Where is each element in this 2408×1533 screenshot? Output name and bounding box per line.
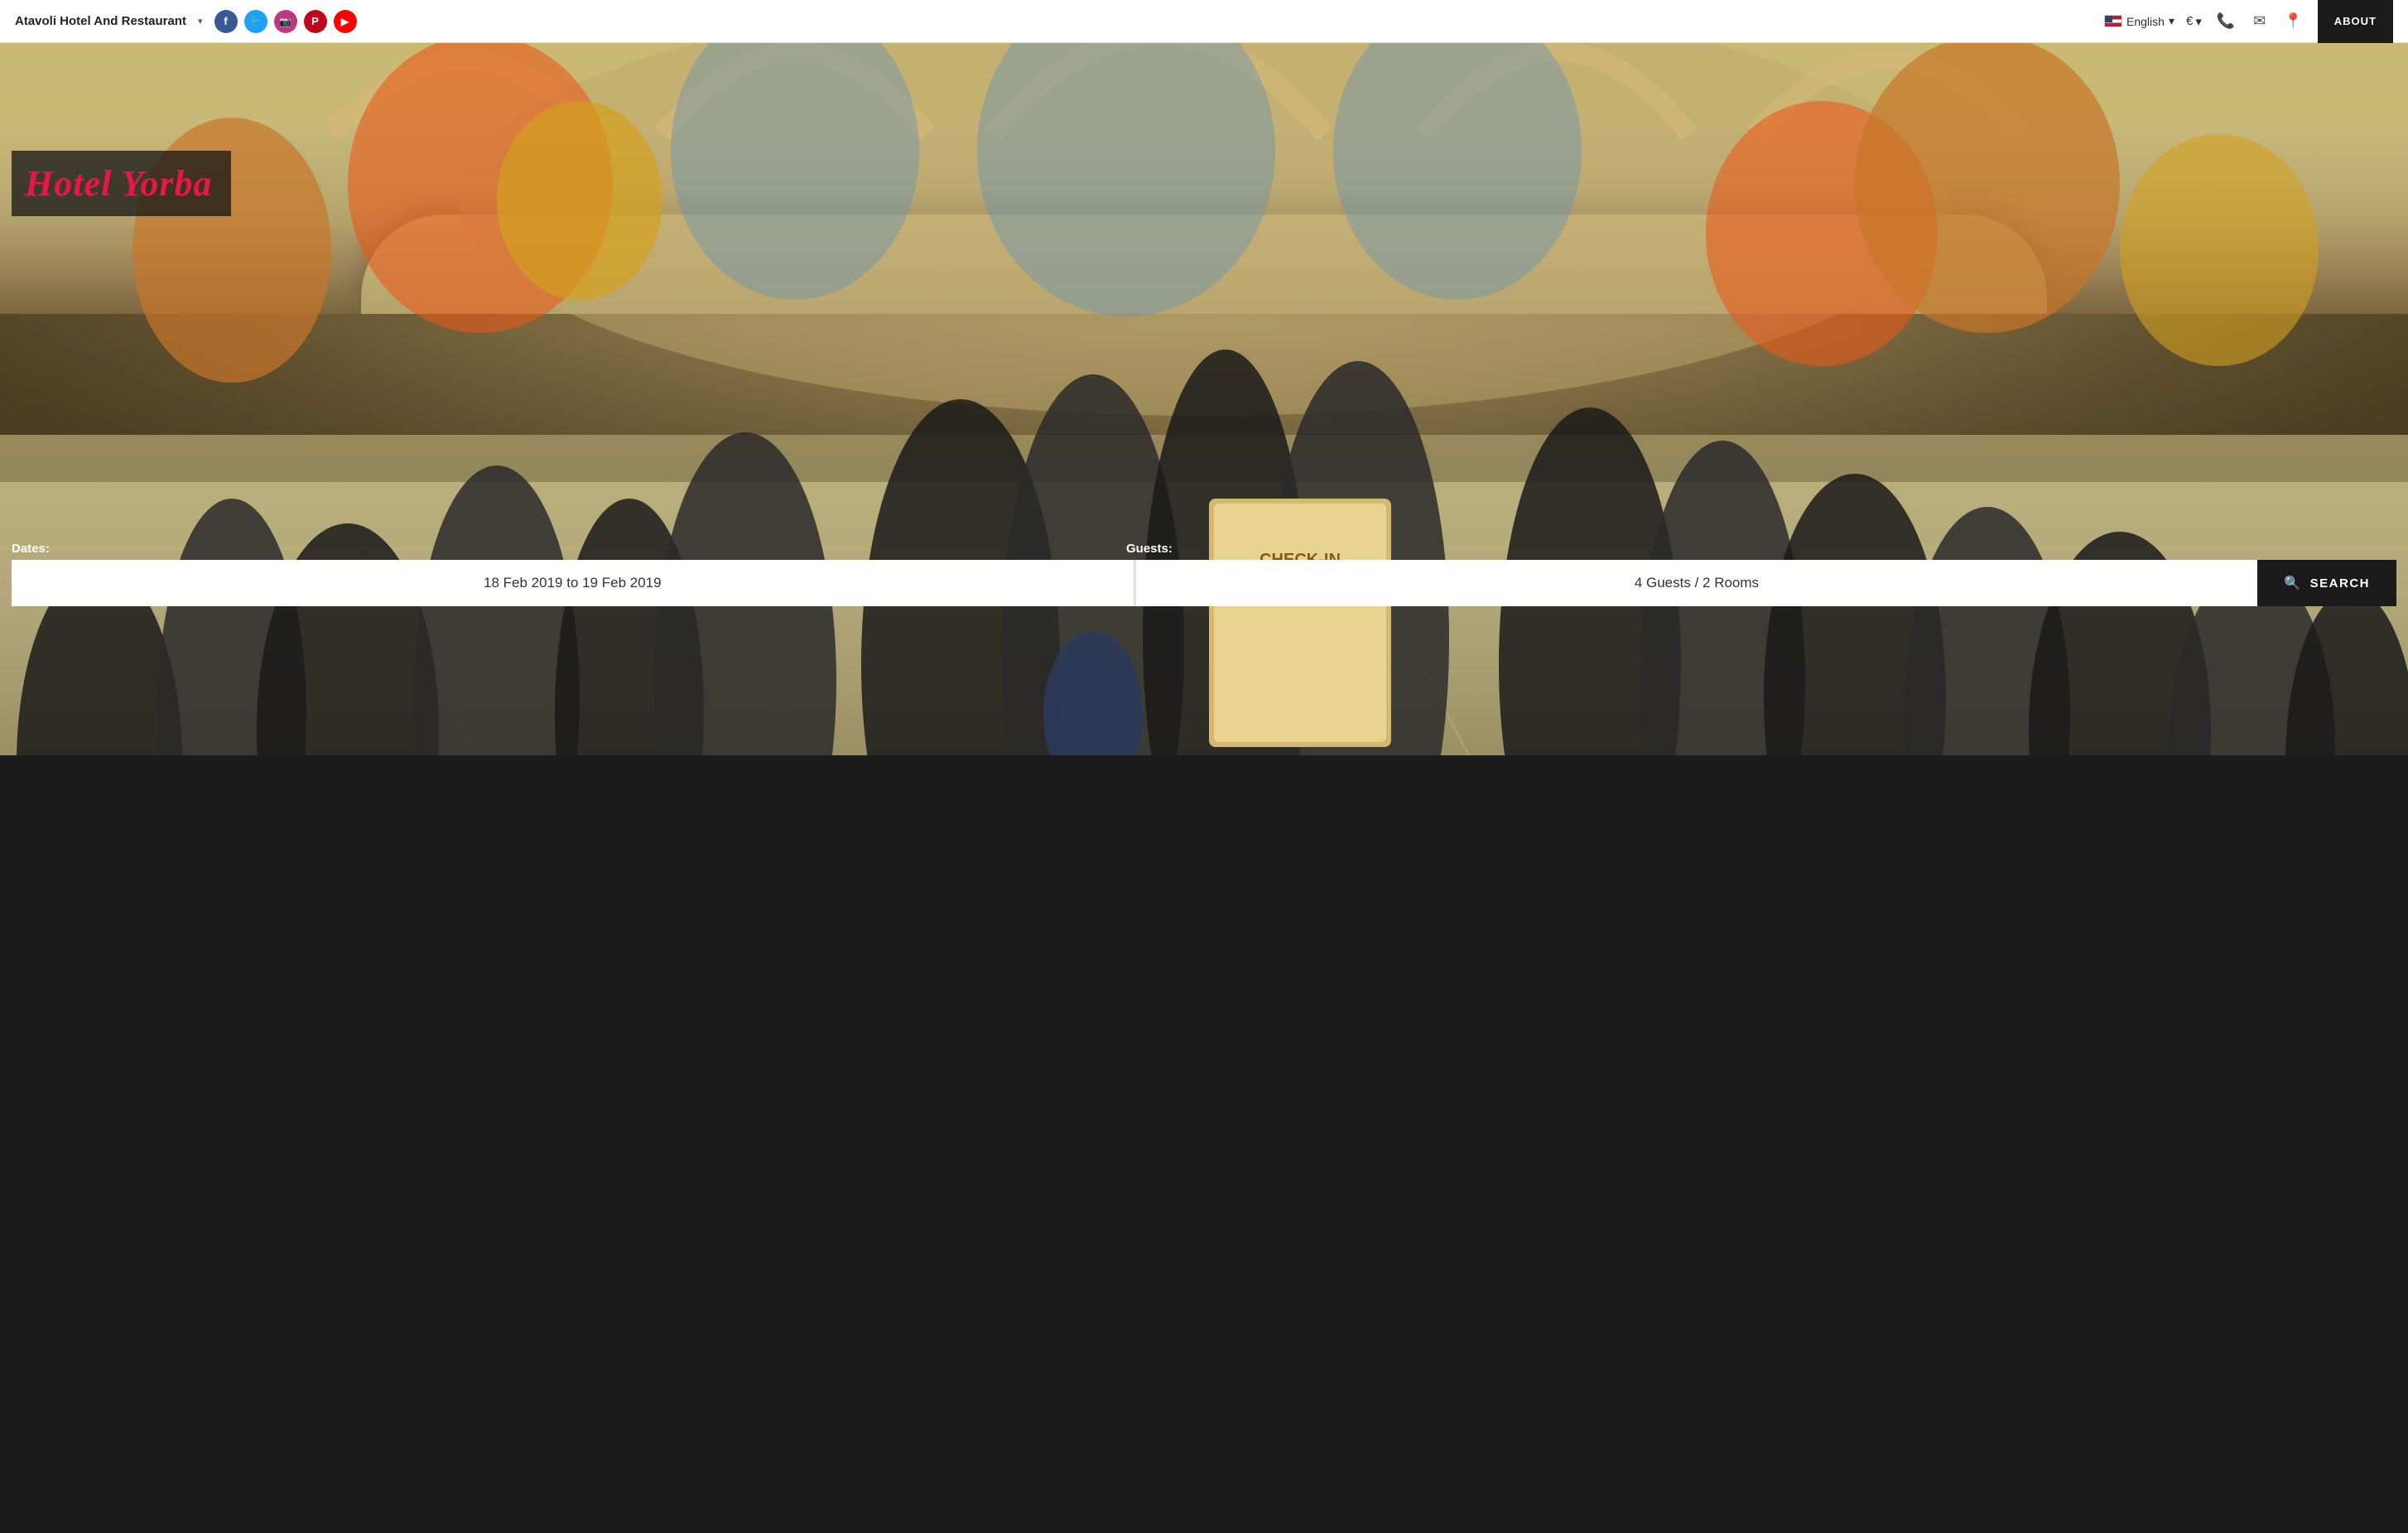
navbar: Atavoli Hotel And Restaurant ▾ f 🐦 📷 P ▶…	[0, 0, 2408, 43]
hotel-title-box: Hotel Yorba	[12, 151, 231, 216]
about-button[interactable]: ABOUT	[2318, 0, 2393, 43]
instagram-icon[interactable]: 📷	[274, 10, 297, 33]
search-panel: Dates: Guests: 🔍 SEARCH	[12, 542, 2396, 606]
search-button-label: SEARCH	[2310, 576, 2370, 591]
language-dropdown-icon: ▾	[2169, 14, 2174, 28]
youtube-icon[interactable]: ▶	[334, 10, 357, 33]
dates-input[interactable]	[12, 560, 1134, 606]
crowd-overlay	[0, 221, 2408, 755]
currency-selector[interactable]: € ▾	[2186, 14, 2202, 29]
search-magnifier-icon: 🔍	[2284, 575, 2301, 591]
twitter-icon[interactable]: 🐦	[244, 10, 267, 33]
dates-label: Dates:	[12, 542, 1121, 560]
phone-icon[interactable]: 📞	[2213, 9, 2238, 33]
facebook-icon[interactable]: f	[214, 10, 238, 33]
email-icon[interactable]: ✉	[2250, 9, 2269, 33]
navbar-left: Atavoli Hotel And Restaurant ▾ f 🐦 📷 P ▶	[15, 10, 357, 33]
brand-name[interactable]: Atavoli Hotel And Restaurant	[15, 14, 186, 28]
brand-dropdown-icon[interactable]: ▾	[198, 16, 203, 27]
currency-dropdown-icon: ▾	[2195, 14, 2202, 29]
guests-input[interactable]	[1136, 560, 2258, 606]
location-icon[interactable]: 📍	[2280, 9, 2305, 33]
search-inputs-row: 🔍 SEARCH	[12, 560, 2396, 606]
search-button[interactable]: 🔍 SEARCH	[2257, 560, 2396, 606]
language-selector[interactable]: English ▾	[2104, 14, 2174, 28]
language-label: English	[2126, 15, 2165, 28]
search-label-row: Dates: Guests:	[12, 542, 2396, 560]
hotel-background	[0, 43, 2408, 755]
pinterest-icon[interactable]: P	[304, 10, 327, 33]
currency-symbol: €	[2186, 14, 2193, 28]
flag-icon	[2104, 15, 2122, 27]
search-btn-spacer	[2231, 542, 2396, 560]
social-icons: f 🐦 📷 P ▶	[214, 10, 357, 33]
guests-label: Guests:	[1121, 542, 2231, 560]
hero-section: CHECK-IN Hotel Yorba Dates: Guests: 🔍 SE…	[0, 43, 2408, 755]
hotel-title: Hotel Yorba	[25, 162, 213, 205]
navbar-right: English ▾ € ▾ 📞 ✉ 📍 ABOUT	[2104, 0, 2393, 43]
